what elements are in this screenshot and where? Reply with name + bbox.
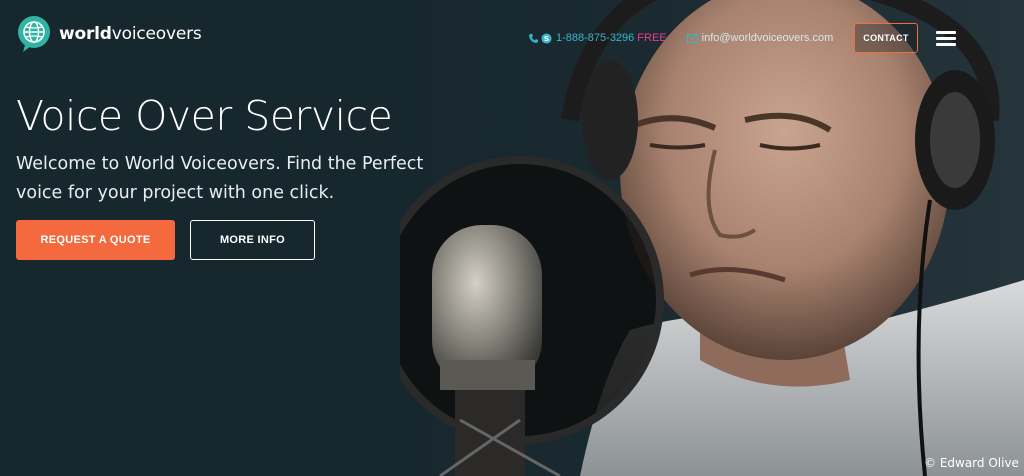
site-logo[interactable]: worldvoiceovers <box>17 14 202 54</box>
hero-section: worldvoiceovers S 1-888-875-3296 FREE in… <box>0 0 1024 476</box>
request-quote-button[interactable]: REQUEST A QUOTE <box>16 220 175 260</box>
hero-title: Voice Over Service <box>16 92 393 140</box>
hamburger-menu-icon[interactable] <box>936 31 956 47</box>
phone-link[interactable]: S 1-888-875-3296 FREE <box>528 32 667 44</box>
contact-button[interactable]: CONTACT <box>854 23 918 53</box>
logo-text: worldvoiceovers <box>59 24 202 44</box>
email-address[interactable]: info@worldvoiceovers.com <box>702 32 834 44</box>
phone-icon <box>529 33 539 43</box>
photo-credit: © Edward Olive <box>924 456 1019 470</box>
contact-bar: S 1-888-875-3296 FREE info@worldvoiceove… <box>528 29 833 47</box>
hero-subtitle: Welcome to World Voiceovers. Find the Pe… <box>16 154 424 203</box>
phone-number[interactable]: 1-888-875-3296 <box>556 32 634 44</box>
skype-icon: S <box>541 32 552 44</box>
email-link[interactable]: info@worldvoiceovers.com <box>686 32 834 44</box>
svg-text:S: S <box>544 33 549 42</box>
phone-free-label: FREE <box>637 32 667 44</box>
mail-icon <box>686 33 698 43</box>
hero-photo <box>400 0 1024 476</box>
globe-chat-logo-icon <box>18 16 50 52</box>
more-info-button[interactable]: MORE INFO <box>190 220 315 260</box>
